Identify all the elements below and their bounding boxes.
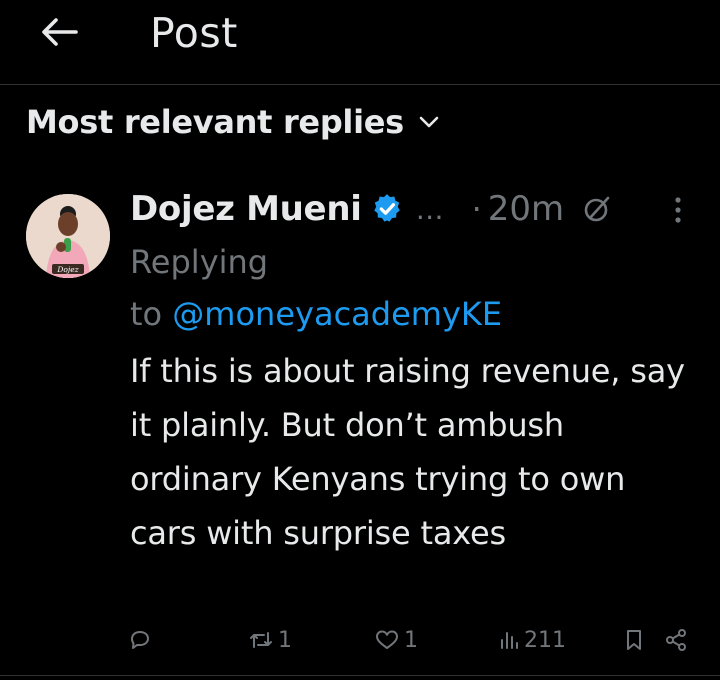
replies-sort-selector[interactable]: Most relevant replies (26, 100, 440, 144)
like-count: 1 (404, 627, 418, 653)
sort-label: Most relevant replies (26, 103, 404, 141)
replying-to-handle[interactable]: @moneyacademyKE (172, 295, 502, 333)
repost-icon (250, 632, 272, 648)
avatar-image: Dojez (26, 194, 110, 278)
views-bar-chart-icon (501, 632, 518, 649)
more-vertical-icon (675, 197, 681, 223)
page-title: Post (150, 9, 238, 57)
action-bar: 1 1 211 (0, 620, 720, 660)
bookmark-icon (627, 630, 641, 650)
header-divider (0, 84, 720, 85)
dot-separator: · (471, 190, 482, 228)
post-text: If this is about raising revenue, say it… (130, 352, 685, 552)
like-button[interactable]: 1 (374, 620, 418, 660)
handle-truncation: … (415, 192, 444, 226)
share-button[interactable] (664, 620, 688, 660)
post-bottom-divider (0, 675, 720, 676)
avatar-caption: Dojez (56, 265, 78, 274)
reply-icon (131, 631, 149, 649)
unavailable-circle-icon (582, 194, 612, 224)
author-name[interactable]: Dojez Mueni (130, 189, 362, 229)
reply-button[interactable] (128, 620, 156, 660)
back-button[interactable] (34, 10, 84, 54)
repost-button[interactable]: 1 (248, 620, 292, 660)
replying-to-line: to @moneyacademyKE (130, 288, 710, 340)
repost-count: 1 (278, 627, 292, 653)
more-options-button[interactable] (666, 192, 690, 228)
replying-prefix: Replying (130, 243, 269, 281)
view-count: 211 (524, 627, 566, 653)
reply-header: Dojez Mueni … · 20m (130, 182, 710, 236)
post-timestamp[interactable]: 20m (488, 189, 564, 229)
reply-post[interactable]: Dojez Mueni … · 20m Replying to @moneyac… (130, 182, 710, 560)
verified-badge-icon[interactable] (370, 192, 404, 226)
bookmark-button[interactable] (624, 620, 644, 660)
share-icon (666, 629, 686, 651)
heart-icon (376, 630, 398, 649)
chevron-down-icon (418, 115, 440, 129)
replying-to-word: to (130, 295, 163, 333)
arrow-left-icon (42, 18, 78, 46)
views-button[interactable]: 211 (498, 620, 566, 660)
avatar[interactable]: Dojez (26, 194, 110, 278)
top-bar: Post (0, 0, 720, 84)
